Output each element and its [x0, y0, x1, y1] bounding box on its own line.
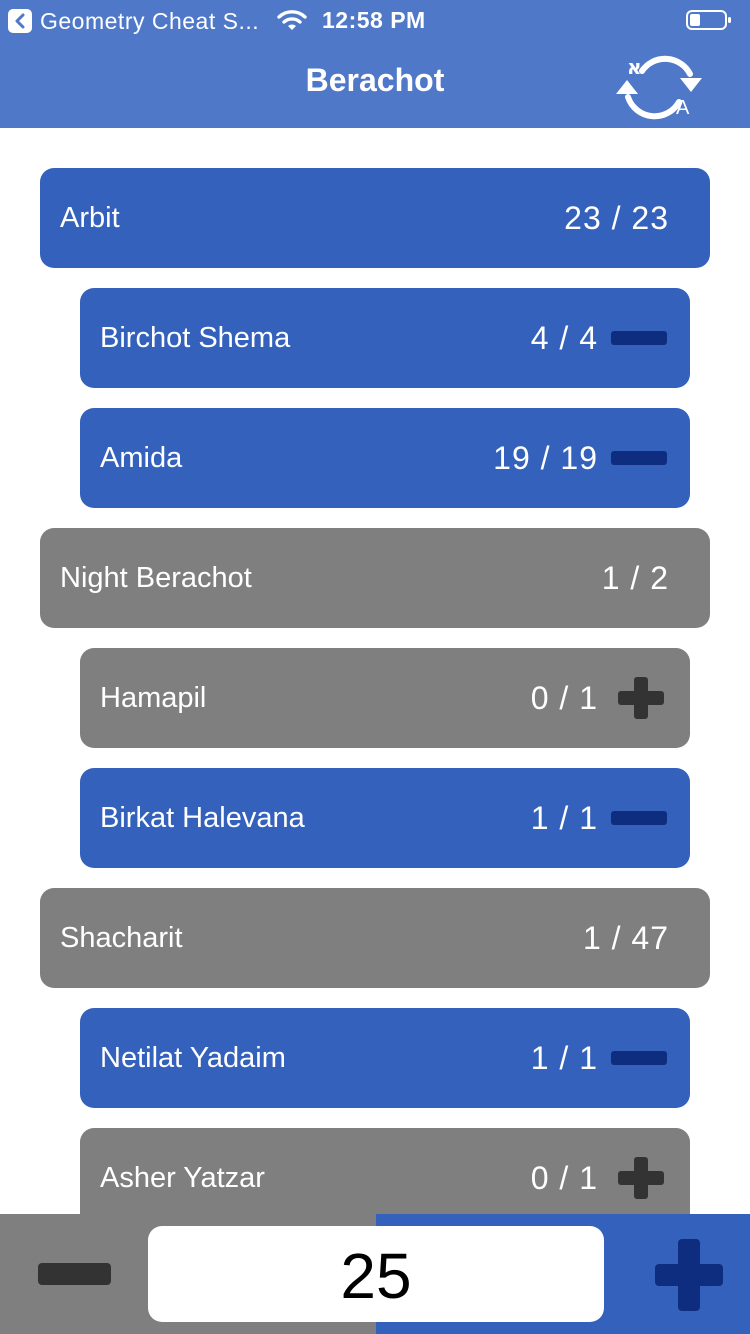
minus-icon — [38, 1263, 111, 1285]
item-row-amida[interactable]: Amida 19 / 19 — [80, 408, 690, 508]
item-row-birchot-shema[interactable]: Birchot Shema 4 / 4 — [80, 288, 690, 388]
item-row-netilat-yadaim[interactable]: Netilat Yadaim 1 / 1 — [80, 1008, 690, 1108]
row-count: 1 / 47 — [582, 920, 669, 956]
back-chevron-icon — [8, 9, 32, 33]
row-label: Shacharit — [60, 922, 183, 954]
top-bar: Geometry Cheat S... 12:58 PM Berachot א … — [0, 0, 750, 128]
minus-icon[interactable] — [610, 317, 668, 359]
row-label: Arbit — [60, 202, 120, 234]
berachot-list: Arbit 23 / 23 Birchot Shema 4 / 4 Amida … — [0, 128, 750, 1214]
row-count: 4 / 4 — [530, 320, 598, 356]
minus-icon[interactable] — [610, 437, 668, 479]
group-row-night-berachot[interactable]: Night Berachot 1 / 2 — [40, 528, 710, 628]
counter-value[interactable]: 25 — [148, 1226, 604, 1322]
item-row-asher-yatzar[interactable]: Asher Yatzar 0 / 1 — [80, 1128, 690, 1214]
wifi-icon — [277, 10, 307, 30]
row-label: Night Berachot — [60, 562, 252, 594]
minus-icon[interactable] — [610, 797, 668, 839]
row-count: 1 / 1 — [530, 800, 598, 836]
row-label: Hamapil — [100, 682, 207, 714]
row-count: 0 / 1 — [530, 680, 598, 716]
row-count: 19 / 19 — [493, 440, 598, 476]
status-time: 12:58 PM — [322, 7, 426, 33]
status-bar: Geometry Cheat S... 12:58 PM — [0, 0, 750, 40]
row-count: 0 / 1 — [530, 1160, 598, 1196]
back-to-app-button[interactable]: Geometry Cheat S... — [8, 6, 259, 36]
svg-text:A: A — [676, 97, 690, 119]
item-row-birkat-halevana[interactable]: Birkat Halevana 1 / 1 — [80, 768, 690, 868]
row-count: 23 / 23 — [564, 200, 669, 236]
row-label: Netilat Yadaim — [100, 1042, 286, 1074]
back-app-label: Geometry Cheat S... — [40, 7, 260, 34]
row-label: Birchot Shema — [100, 322, 291, 354]
row-label: Asher Yatzar — [100, 1162, 265, 1194]
svg-text:א: א — [627, 55, 642, 79]
item-row-hamapil[interactable]: Hamapil 0 / 1 — [80, 648, 690, 748]
minus-icon[interactable] — [610, 1037, 668, 1079]
counter-stepper: 25 — [0, 1214, 750, 1334]
plus-icon[interactable] — [610, 1157, 668, 1199]
hebrew-english-cycle-icon[interactable]: א A — [610, 48, 708, 124]
row-label: Birkat Halevana — [100, 802, 305, 834]
plus-icon — [655, 1239, 723, 1311]
group-row-shacharit[interactable]: Shacharit 1 / 47 — [40, 888, 710, 988]
battery-icon — [686, 10, 731, 30]
row-count: 1 / 1 — [530, 1040, 598, 1076]
row-count: 1 / 2 — [601, 560, 669, 596]
group-row-arbit[interactable]: Arbit 23 / 23 — [40, 168, 710, 268]
row-label: Amida — [100, 442, 183, 474]
plus-icon[interactable] — [610, 677, 668, 719]
